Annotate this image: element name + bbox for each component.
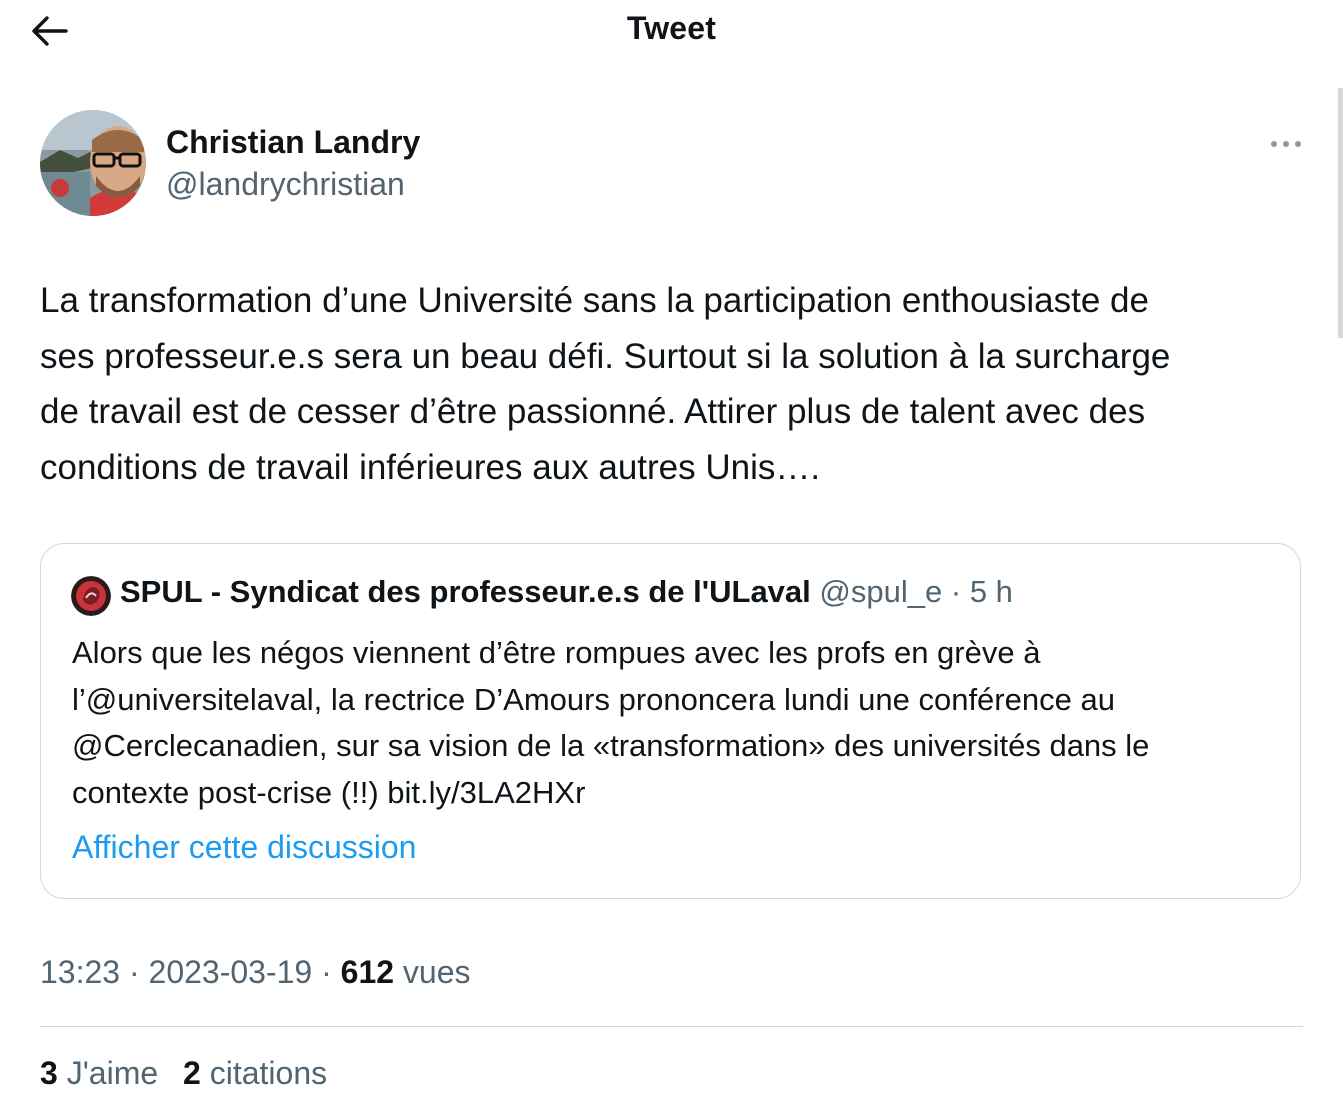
meta-separator: · bbox=[950, 574, 962, 609]
quoted-header: SPUL - Syndicat des professeur.e.s de l'… bbox=[120, 574, 1013, 610]
show-thread-link[interactable]: Afficher cette discussion bbox=[72, 829, 416, 866]
spul-logo bbox=[71, 576, 111, 616]
author-name[interactable]: Christian Landry bbox=[166, 124, 420, 161]
more-options-button[interactable] bbox=[1268, 134, 1304, 154]
tweet-metadata: 13:23 · 2023-03-19 · 612 vues bbox=[40, 954, 471, 991]
quotes-label: citations bbox=[209, 1055, 328, 1091]
divider bbox=[40, 1026, 1303, 1027]
tweet-text: La transformation d’une Université sans … bbox=[40, 281, 1171, 487]
top-bar: Tweet bbox=[0, 0, 1343, 64]
engagement-stats: 3 J'aime 2 citations bbox=[40, 1055, 343, 1092]
profile-photo bbox=[40, 110, 146, 216]
author-avatar[interactable] bbox=[40, 110, 146, 216]
views-label: vues bbox=[402, 954, 471, 990]
quoted-author-handle: @spul_e bbox=[819, 574, 943, 609]
scroll-indicator bbox=[1338, 88, 1343, 338]
quoted-tweet-card[interactable]: SPUL - Syndicat des professeur.e.s de l'… bbox=[40, 543, 1301, 899]
quoted-time: 5 h bbox=[969, 574, 1013, 609]
page-title: Tweet bbox=[626, 10, 717, 46]
ellipsis-icon bbox=[1271, 141, 1301, 147]
tweet-time: 13:23 bbox=[40, 954, 121, 990]
meta-separator: · bbox=[128, 954, 140, 990]
likes-stat[interactable]: 3 J'aime bbox=[40, 1055, 158, 1091]
meta-separator: · bbox=[321, 954, 332, 990]
author-handle[interactable]: @landrychristian bbox=[166, 166, 405, 203]
quoted-text: Alors que les négos viennent d’être romp… bbox=[72, 635, 1150, 810]
likes-label: J'aime bbox=[66, 1055, 159, 1091]
likes-count: 3 bbox=[40, 1055, 58, 1091]
quoted-author-avatar bbox=[71, 576, 111, 616]
quoted-author-name: SPUL - Syndicat des professeur.e.s de l'… bbox=[120, 574, 811, 609]
quotes-count: 2 bbox=[183, 1055, 201, 1091]
quotes-stat[interactable]: 2 citations bbox=[183, 1055, 327, 1091]
views-count: 612 bbox=[340, 954, 395, 990]
tweet-date: 2023-03-19 bbox=[148, 954, 313, 990]
